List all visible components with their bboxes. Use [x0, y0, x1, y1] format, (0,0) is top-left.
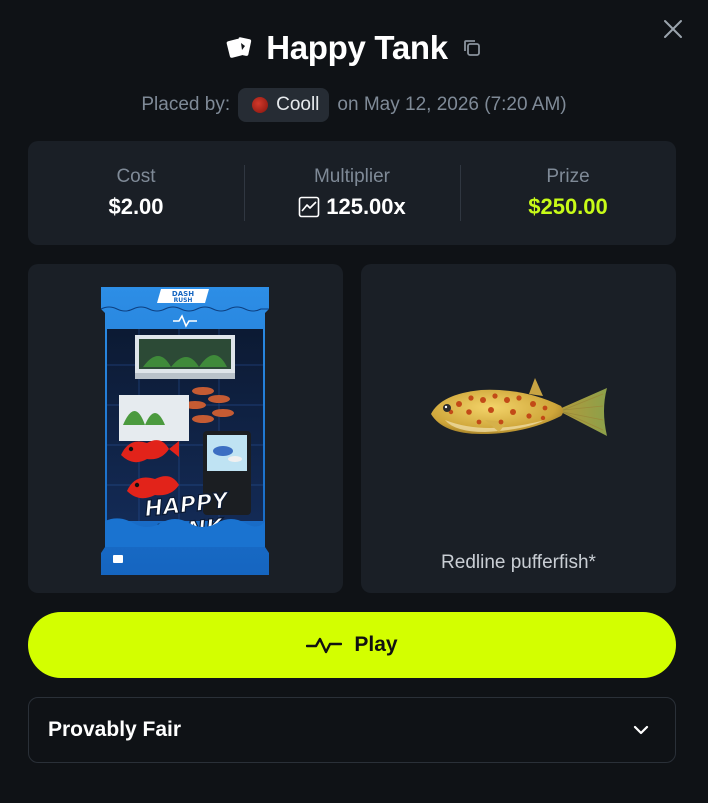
stats-panel: Cost $2.00 Multiplier 125.00x Prize $250… — [28, 141, 676, 245]
cost-label: Cost — [116, 166, 156, 187]
page-title: Happy Tank — [266, 29, 448, 66]
multiplier-value-row: 125.00x — [298, 194, 406, 220]
multiplier-value: 125.00x — [326, 194, 406, 219]
case-pack-card: DASH RUSH HAPPY — [28, 264, 343, 593]
provably-fair-accordion[interactable]: Provably Fair — [28, 697, 676, 763]
pulse-icon — [306, 637, 343, 654]
multiplier-label: Multiplier — [313, 166, 391, 187]
placed-by-row: Placed by: Cooll on May 12, 2026 (7:20 A… — [0, 86, 708, 124]
prize-label: Prize — [546, 166, 590, 187]
stat-multiplier: Multiplier 125.00x — [244, 141, 460, 245]
provably-fair-label: Provably Fair — [48, 718, 182, 741]
placed-by-label: Placed by: — [141, 94, 231, 115]
trend-chart-icon — [298, 196, 320, 218]
brand-line2: RUSH — [174, 297, 193, 304]
avatar — [252, 97, 269, 113]
username: Cooll — [276, 94, 320, 115]
chevron-down-icon — [629, 718, 653, 742]
play-button[interactable]: Play — [28, 612, 676, 678]
copy-icon — [463, 40, 480, 56]
user-chip[interactable]: Cooll — [238, 88, 330, 122]
placed-date: on May 12, 2026 (7:20 AM) — [337, 94, 567, 115]
copy-button[interactable] — [460, 36, 484, 60]
item-name: Redline pufferfish* — [441, 552, 596, 573]
won-item-card: Redline pufferfish* — [361, 264, 676, 593]
stat-cost: Cost $2.00 — [28, 141, 244, 245]
play-label: Play — [354, 633, 398, 656]
prize-value: $250.00 — [528, 194, 608, 219]
case-pack-image: DASH RUSH HAPPY — [100, 287, 269, 575]
case-result-modal: Happy Tank Placed by: Cooll on May 12, 2… — [0, 0, 708, 803]
cards-logo-icon — [224, 33, 254, 63]
cost-value: $2.00 — [108, 194, 164, 219]
title-row: Happy Tank — [0, 22, 708, 74]
pufferfish-image — [431, 378, 607, 436]
stat-prize: Prize $250.00 — [460, 141, 676, 245]
